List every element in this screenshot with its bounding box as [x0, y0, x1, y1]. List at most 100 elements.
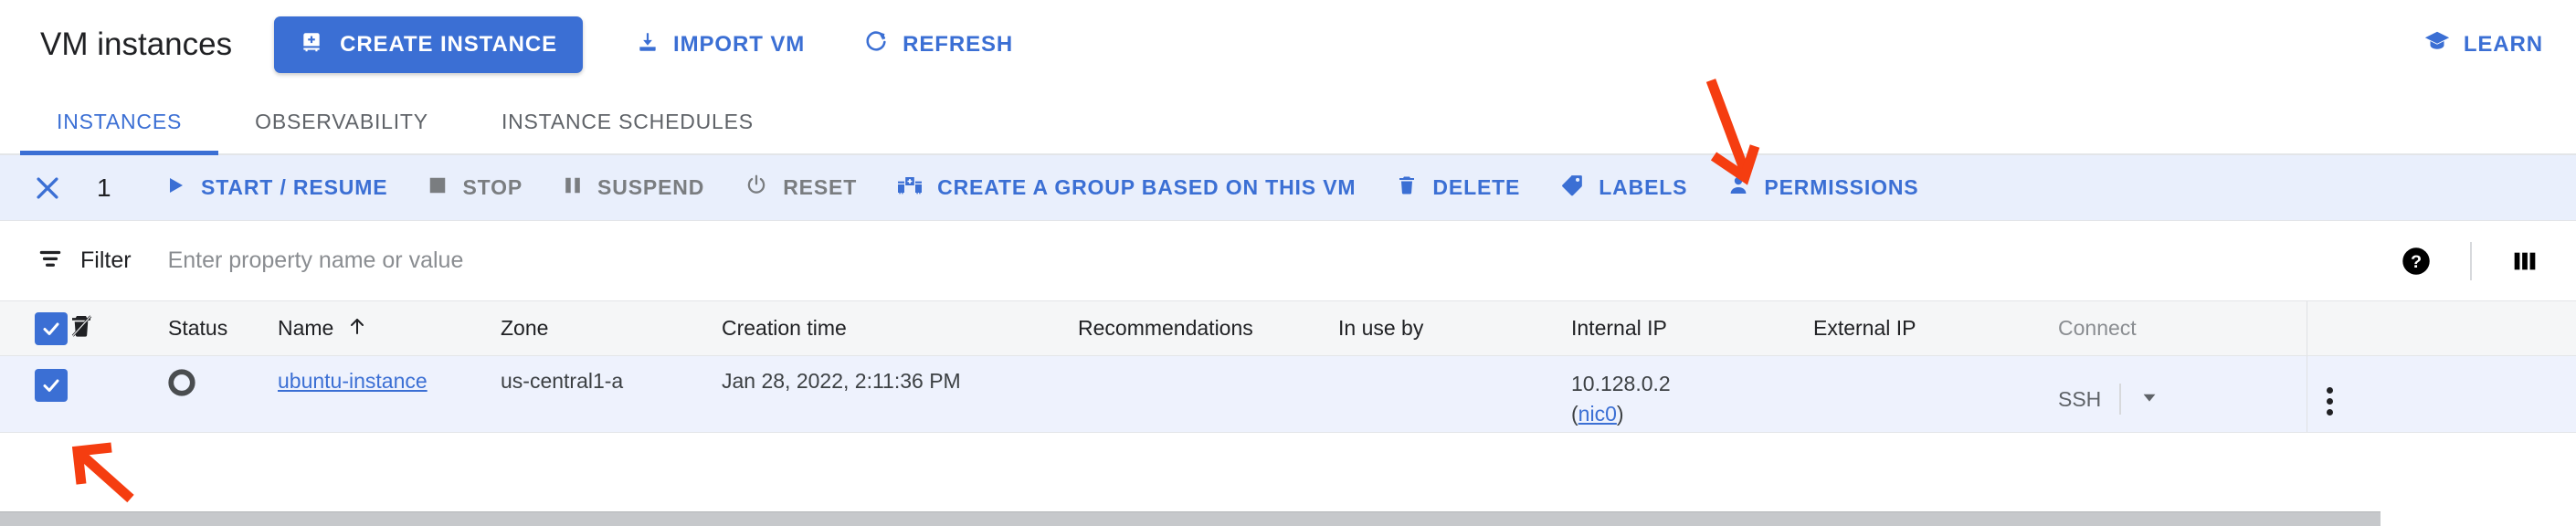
- column-display-icon[interactable]: [2510, 247, 2539, 276]
- horizontal-scrollbar[interactable]: [0, 511, 2576, 526]
- create-group-icon: [897, 174, 923, 203]
- import-vm-button[interactable]: IMPORT VM: [630, 16, 810, 73]
- row-name-cell: ubuntu-instance: [278, 356, 501, 433]
- start-resume-label: START / RESUME: [201, 175, 388, 199]
- create-group-label: CREATE A GROUP BASED ON THIS VM: [937, 175, 1357, 199]
- create-group-button[interactable]: CREATE A GROUP BASED ON THIS VM: [877, 155, 1376, 221]
- create-instance-button[interactable]: CREATE INSTANCE: [274, 16, 584, 73]
- filter-input[interactable]: [167, 247, 990, 274]
- internal-ip-stack: 10.128.0.2 (nic0): [1571, 369, 1671, 430]
- tab-instances[interactable]: INSTANCES: [20, 89, 219, 155]
- refresh-button[interactable]: REFRESH: [858, 16, 1019, 73]
- permissions-button[interactable]: PERMISSIONS: [1707, 155, 1938, 221]
- stop-button[interactable]: STOP: [407, 155, 543, 221]
- reset-button[interactable]: RESET: [724, 155, 877, 221]
- download-icon: [636, 30, 660, 60]
- kebab-menu-icon[interactable]: [2326, 369, 2333, 416]
- tag-icon: [1560, 174, 1584, 203]
- row-in-use-by-cell: [1338, 356, 1571, 433]
- recommendations-header-label: Recommendations: [1078, 316, 1253, 340]
- start-resume-button[interactable]: START / RESUME: [144, 155, 407, 221]
- ssh-label[interactable]: SSH: [2058, 387, 2101, 412]
- nic-link[interactable]: nic0: [1578, 402, 1617, 426]
- chevron-down-icon[interactable]: [2139, 387, 2159, 412]
- in-use-by-header-label: In use by: [1338, 316, 1424, 340]
- graduation-cap-icon: [2423, 28, 2451, 62]
- ssh-connect-control: SSH: [2058, 369, 2159, 415]
- labels-label: LABELS: [1599, 175, 1688, 199]
- filter-bar-divider: [2470, 241, 2472, 280]
- filter-label: Filter: [80, 247, 132, 273]
- delete-protection-icon: [68, 312, 95, 344]
- row-zone-value: us-central1-a: [501, 369, 624, 393]
- row-checkbox[interactable]: [35, 369, 68, 402]
- page-title: VM instances: [40, 26, 233, 62]
- row-connect-cell: SSH: [2032, 356, 2252, 433]
- delete-button[interactable]: DELETE: [1376, 155, 1540, 221]
- row-internal-ip-nic: (nic0): [1571, 399, 1671, 429]
- table-header-row: Status Name Zone Creation time Recommend…: [0, 301, 2576, 356]
- sort-ascending-arrow-icon: [346, 315, 368, 342]
- selection-action-bar: 1 START / RESUME STOP SUSPEND RESET CREA…: [0, 155, 2576, 221]
- labels-button[interactable]: LABELS: [1540, 155, 1707, 221]
- tab-instance-schedules[interactable]: INSTANCE SCHEDULES: [465, 89, 790, 153]
- suspend-button[interactable]: SUSPEND: [543, 155, 724, 221]
- play-icon: [164, 174, 186, 202]
- help-circle-icon[interactable]: ?: [2401, 246, 2432, 277]
- arrow-pointing-to-row-checkbox: [71, 442, 134, 503]
- page-header: VM instances CREATE INSTANCE IMPORT VM R…: [0, 0, 2576, 89]
- internal-ip-header-label: Internal IP: [1571, 316, 1667, 340]
- row-external-ip-cell: [1813, 356, 2032, 433]
- connect-header-label: Connect: [2058, 316, 2137, 340]
- status-header-label: Status: [168, 316, 228, 340]
- row-internal-ip-value: 10.128.0.2: [1571, 372, 1671, 395]
- row-creation-time-value: Jan 28, 2022, 2:11:36 PM: [722, 369, 961, 393]
- refresh-label: REFRESH: [903, 32, 1014, 57]
- nic-paren-open: (: [1571, 402, 1578, 426]
- pause-icon: [563, 175, 583, 201]
- internal-ip-header-cell[interactable]: Internal IP: [1571, 301, 1813, 356]
- row-creation-time-cell: Jan 28, 2022, 2:11:36 PM: [722, 356, 1078, 433]
- person-icon: [1727, 174, 1749, 202]
- zone-header-cell[interactable]: Zone: [501, 301, 722, 356]
- creation-time-header-label: Creation time: [722, 316, 847, 340]
- status-header-cell[interactable]: Status: [168, 301, 278, 356]
- row-status-cell: [168, 356, 278, 433]
- learn-button[interactable]: LEARN: [2423, 28, 2543, 62]
- close-icon[interactable]: [27, 168, 68, 208]
- select-all-checkbox[interactable]: [35, 311, 68, 345]
- row-select-cell: [0, 356, 68, 433]
- zone-header-label: Zone: [501, 316, 549, 340]
- import-vm-label: IMPORT VM: [673, 32, 806, 57]
- row-recommendations-cell: [1078, 356, 1338, 433]
- power-reset-icon: [744, 174, 768, 203]
- horizontal-scrollbar-thumb[interactable]: [0, 511, 2381, 526]
- tab-bar: INSTANCES OBSERVABILITY INSTANCE SCHEDUL…: [0, 89, 2576, 155]
- ssh-divider: [2119, 384, 2122, 415]
- filter-icon[interactable]: [37, 245, 64, 277]
- svg-text:?: ?: [2411, 252, 2422, 272]
- recommendations-header-cell[interactable]: Recommendations: [1078, 301, 1338, 356]
- row-delete-protection-cell: [68, 356, 168, 433]
- connect-header-cell: Connect: [2032, 301, 2252, 356]
- stop-label: STOP: [462, 175, 523, 199]
- external-ip-header-cell[interactable]: External IP: [1813, 301, 2032, 356]
- filter-bar: Filter ?: [0, 221, 2576, 301]
- create-instance-label: CREATE INSTANCE: [340, 32, 558, 57]
- select-all-cell: [0, 301, 68, 356]
- delete-label: DELETE: [1432, 175, 1521, 199]
- tab-observability[interactable]: OBSERVABILITY: [218, 89, 465, 153]
- instance-name-link[interactable]: ubuntu-instance: [278, 369, 428, 394]
- creation-time-header-cell[interactable]: Creation time: [722, 301, 1078, 356]
- name-header-cell[interactable]: Name: [278, 301, 501, 356]
- in-use-by-header-cell[interactable]: In use by: [1338, 301, 1571, 356]
- selected-count: 1: [97, 173, 111, 202]
- refresh-icon: [863, 29, 889, 61]
- row-zone-cell: us-central1-a: [501, 356, 722, 433]
- delete-protection-header-cell: [68, 301, 168, 356]
- reset-label: RESET: [783, 175, 858, 199]
- tab-instance-schedules-label: INSTANCE SCHEDULES: [501, 109, 754, 133]
- suspend-label: SUSPEND: [597, 175, 705, 199]
- permissions-label: PERMISSIONS: [1764, 175, 1919, 199]
- create-instance-icon: [300, 30, 323, 60]
